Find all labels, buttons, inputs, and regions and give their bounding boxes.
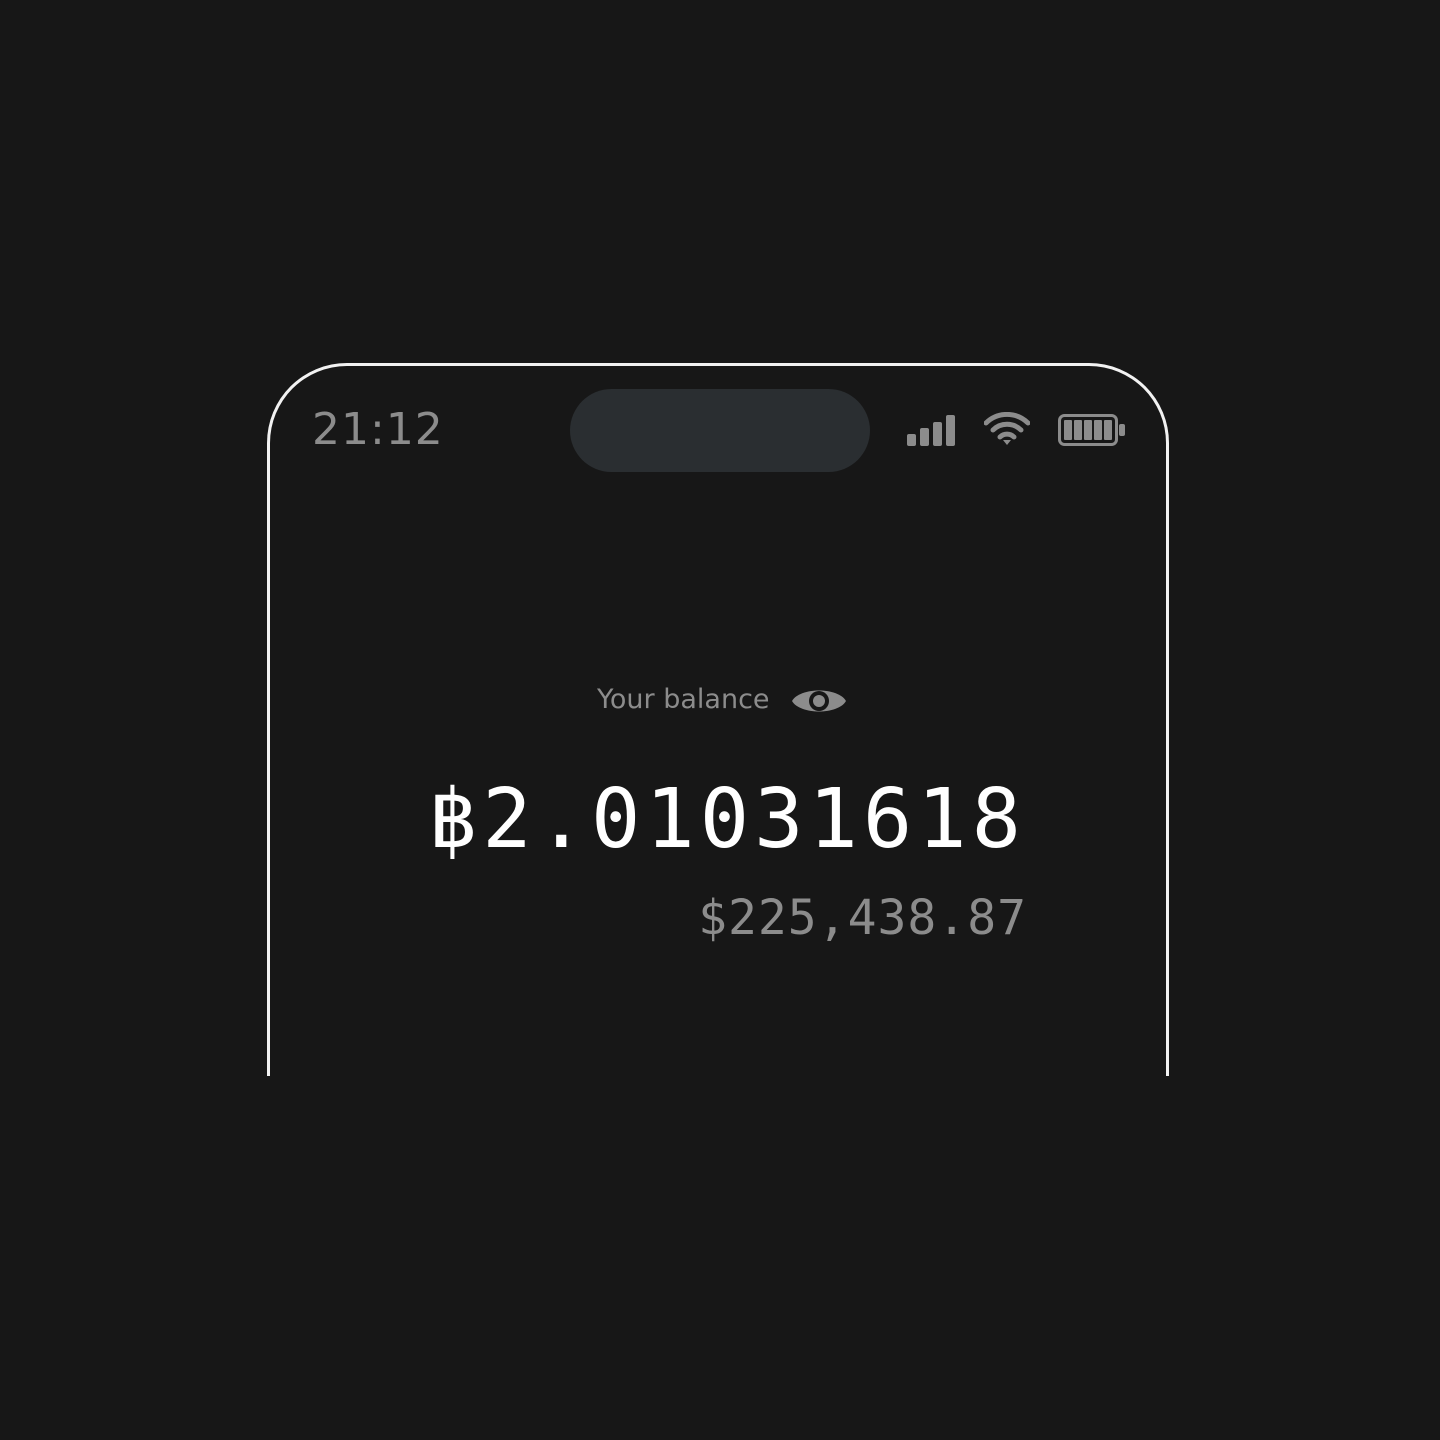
btc-balance-amount: ฿2.01031618 [427, 772, 1026, 867]
eye-icon[interactable] [790, 683, 848, 719]
usd-balance-amount: $225,438.87 [698, 890, 1027, 946]
frame-fade-cover [250, 1076, 1190, 1156]
balance-label: Your balance [597, 684, 770, 715]
balance-label-row: Your balance [0, 680, 1440, 724]
cellular-signal-icon [907, 415, 955, 446]
phone-frame [267, 363, 1169, 1123]
status-bar-time: 21:12 [312, 404, 444, 455]
dynamic-island [570, 389, 870, 472]
battery-full-icon [1058, 414, 1125, 446]
wifi-icon [984, 412, 1030, 445]
